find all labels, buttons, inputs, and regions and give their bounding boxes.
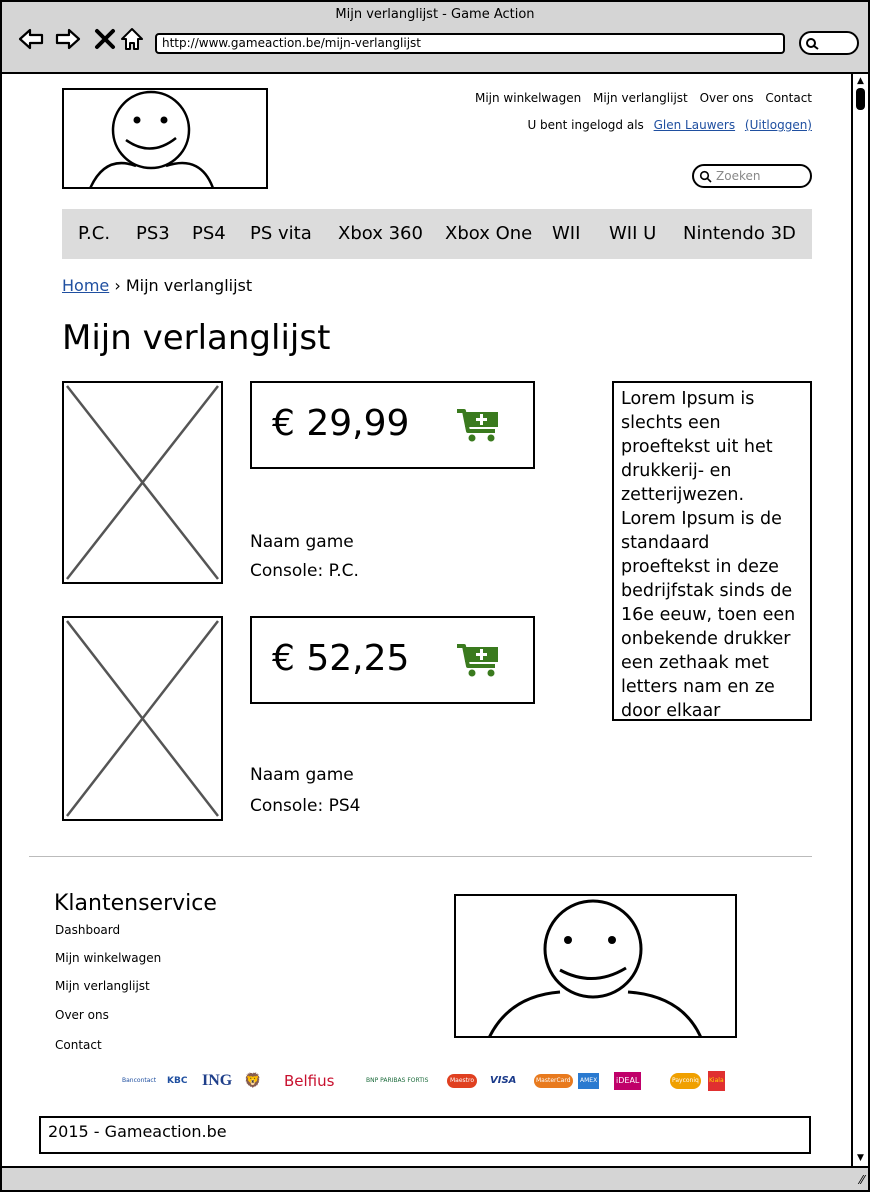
- page-title: Mijn verlanglijst: [62, 318, 331, 358]
- footer-image: [454, 894, 737, 1038]
- payment-kbc: KBC: [167, 1076, 188, 1086]
- search-input[interactable]: Zoeken: [692, 164, 812, 188]
- price-box: € 52,25: [250, 616, 535, 704]
- window-title: Mijn verlanglijst - Game Action: [335, 7, 535, 22]
- game-name: Naam game: [250, 765, 354, 785]
- resize-grip-icon[interactable]: ⁄⁄: [860, 1173, 864, 1187]
- close-icon[interactable]: [92, 26, 118, 52]
- image-placeholder-icon: [66, 385, 219, 580]
- payment-visa: VISA: [490, 1075, 517, 1086]
- payment-ing: ING: [202, 1072, 233, 1089]
- footer-title: Klantenservice: [54, 891, 217, 916]
- back-icon[interactable]: [18, 26, 44, 52]
- nav-item-ps4[interactable]: PS4: [192, 223, 226, 244]
- price-box: € 29,99: [250, 381, 535, 469]
- breadcrumb-current: Mijn verlanglijst: [125, 276, 253, 295]
- category-nav: P.C. PS3 PS4 PS vita Xbox 360 Xbox One W…: [62, 209, 812, 259]
- search-placeholder: Zoeken: [716, 169, 761, 183]
- payment-ideal: iDEAL: [614, 1072, 642, 1090]
- footer-link-over-ons[interactable]: Over ons: [55, 1008, 109, 1022]
- nav-item-nintendo-3d[interactable]: Nintendo 3D: [683, 223, 796, 244]
- smiley-placeholder-icon: [89, 90, 214, 187]
- browser-window: Mijn verlanglijst - Game Action http://w…: [0, 0, 870, 1192]
- address-bar[interactable]: http://www.gameaction.be/mijn-verlanglij…: [155, 33, 785, 54]
- home-icon[interactable]: [119, 26, 145, 52]
- nav-item-pc[interactable]: P.C.: [78, 223, 110, 244]
- footer-link-verlanglijst[interactable]: Mijn verlanglijst: [55, 979, 150, 993]
- add-to-cart-icon[interactable]: [455, 640, 503, 680]
- breadcrumb-home[interactable]: Home: [62, 276, 109, 295]
- payment-ing-lion-icon: 🦁: [244, 1073, 262, 1089]
- top-link-contact[interactable]: Contact: [765, 91, 812, 105]
- page-content: Mijn winkelwagen Mijn verlanglijst Over …: [2, 74, 851, 1164]
- nav-item-wii-u[interactable]: WII U: [609, 223, 656, 244]
- footer-link-contact[interactable]: Contact: [55, 1038, 102, 1052]
- nav-item-wii[interactable]: WII: [552, 223, 580, 244]
- search-icon: [699, 170, 712, 183]
- nav-item-ps3[interactable]: PS3: [136, 223, 170, 244]
- footer-link-winkelwagen[interactable]: Mijn winkelwagen: [55, 951, 161, 965]
- logout-link[interactable]: (Uitloggen): [745, 118, 812, 132]
- payment-mastercard: MasterCard: [534, 1074, 573, 1088]
- game-console: Console: PS4: [250, 796, 361, 816]
- nav-item-xbox-360[interactable]: Xbox 360: [338, 223, 423, 244]
- payment-belfius: Belfius: [284, 1072, 335, 1090]
- browser-toolbar: Mijn verlanglijst - Game Action http://w…: [2, 2, 868, 74]
- game-console: Console: P.C.: [250, 561, 359, 581]
- payment-payconiq: Payconiq: [670, 1073, 701, 1089]
- nav-item-ps-vita[interactable]: PS vita: [250, 223, 312, 244]
- product-image-placeholder[interactable]: [62, 381, 223, 584]
- login-prefix: U bent ingelogd als: [527, 118, 644, 132]
- scroll-up-arrow-icon[interactable]: ▲: [855, 76, 866, 87]
- copyright-bar: 2015 - Gameaction.be: [39, 1116, 811, 1154]
- user-name-link[interactable]: Glen Lauwers: [654, 118, 735, 132]
- top-links: Mijn winkelwagen Mijn verlanglijst Over …: [467, 91, 812, 105]
- top-link-verlanglijst[interactable]: Mijn verlanglijst: [593, 91, 688, 105]
- top-link-winkelwagen[interactable]: Mijn winkelwagen: [475, 91, 581, 105]
- footer-link-dashboard[interactable]: Dashboard: [55, 923, 120, 937]
- status-bar: ⁄⁄: [2, 1166, 868, 1190]
- browser-search[interactable]: [799, 31, 859, 55]
- payment-bnp: BNP PARIBAS FORTIS: [366, 1077, 429, 1084]
- payment-amex: AMEX: [578, 1073, 600, 1089]
- search-icon: [806, 38, 819, 50]
- game-name: Naam game: [250, 532, 354, 552]
- product-image-placeholder[interactable]: [62, 616, 223, 821]
- breadcrumb-separator: ›: [114, 276, 121, 295]
- top-link-over-ons[interactable]: Over ons: [700, 91, 754, 105]
- payment-bancontact: Bancontact: [122, 1077, 157, 1084]
- breadcrumb: Home › Mijn verlanglijst: [62, 276, 252, 295]
- forward-icon[interactable]: [55, 26, 81, 52]
- sidebar-text-box: Lorem Ipsum is slechts een proeftekst ui…: [612, 381, 812, 721]
- price-label: € 29,99: [272, 403, 410, 444]
- footer-divider: [29, 856, 812, 857]
- price-label: € 52,25: [272, 638, 410, 679]
- site-logo[interactable]: [62, 88, 268, 189]
- payment-kiala: Kiala: [708, 1071, 725, 1091]
- nav-item-xbox-one[interactable]: Xbox One: [445, 223, 532, 244]
- scroll-down-arrow-icon[interactable]: ▼: [855, 1153, 866, 1164]
- login-status: U bent ingelogd als Glen Lauwers (Uitlog…: [527, 118, 812, 132]
- smiley-placeholder-icon: [488, 899, 702, 1036]
- vertical-scrollbar[interactable]: ▲ ▼: [851, 74, 868, 1166]
- image-placeholder-icon: [66, 620, 219, 817]
- scroll-thumb[interactable]: [856, 88, 865, 110]
- payment-maestro: Maestro: [447, 1074, 478, 1088]
- add-to-cart-icon[interactable]: [455, 405, 503, 445]
